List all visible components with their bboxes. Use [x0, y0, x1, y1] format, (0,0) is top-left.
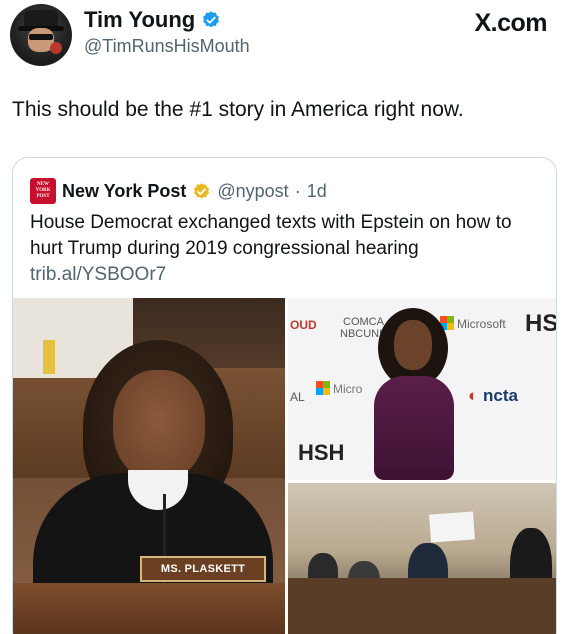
backdrop-logo-oud: OUD [290, 318, 317, 332]
backdrop-logo-comcast: COMCA [343, 316, 384, 328]
avatar-sunglasses [29, 34, 53, 40]
backdrop-logo-micro-text: Micro [333, 382, 363, 396]
backdrop-logo-microsoft-text: Microsoft [457, 317, 506, 331]
photo-tie [43, 340, 55, 374]
quoted-timestamp[interactable]: 1d [307, 181, 327, 202]
quoted-separator: · [294, 180, 301, 201]
quoted-handle[interactable]: @nypost [217, 181, 288, 202]
media-grid: MS. PLASKETT OUD COMCA NBCUNI Microsoft … [13, 298, 557, 634]
photo-face [113, 370, 205, 480]
tweet-text: This should be the #1 story in America r… [12, 98, 464, 121]
x-brand-watermark: X.com [474, 9, 547, 37]
photo-event-dress [374, 376, 454, 480]
quoted-tweet-header: NEW YORK POST New York Post @nypost · 1d [30, 178, 327, 204]
nypost-avatar[interactable]: NEW YORK POST [30, 178, 56, 204]
author-name-row: Tim Young [84, 7, 221, 33]
backdrop-logo-al: AL [290, 390, 305, 404]
ncta-circle-icon: ◐ [468, 386, 483, 405]
microsoft-logo-icon [316, 381, 330, 395]
photo-protest-sign [429, 511, 475, 543]
media-photo-hearing[interactable]: MS. PLASKETT [13, 298, 285, 634]
backdrop-logo-hs: HS [525, 310, 557, 337]
gold-check-icon [194, 182, 210, 199]
quoted-body-text: House Democrat exchanged texts with Epst… [30, 212, 512, 259]
backdrop-logo-nbcuni: NBCUNI [340, 328, 383, 340]
media-photo-committee[interactable] [288, 483, 556, 634]
media-photo-event[interactable]: OUD COMCA NBCUNI Microsoft HS AL Micro ◐… [288, 298, 557, 480]
nypost-logo-line: POST [36, 194, 50, 199]
tweet-header: Tim Young @TimRunsHisMouth X.com [0, 0, 561, 70]
author-avatar[interactable] [10, 4, 72, 66]
blue-check-icon [203, 11, 220, 28]
quoted-link[interactable]: trib.al/YSBOOr7 [30, 264, 166, 286]
avatar-microphone [50, 42, 62, 54]
backdrop-logo-ncta-text: ncta [483, 386, 518, 405]
quoted-tweet-card[interactable]: NEW YORK POST New York Post @nypost · 1d… [12, 157, 557, 634]
photo-bench [288, 578, 556, 634]
photo-event-face [394, 320, 432, 370]
photo-desk [13, 583, 285, 634]
backdrop-logo-micro: Micro [316, 381, 362, 396]
author-display-name[interactable]: Tim Young [84, 7, 195, 33]
backdrop-logo-microsoft: Microsoft [440, 316, 506, 331]
author-handle[interactable]: @TimRunsHisMouth [84, 36, 250, 57]
quoted-display-name[interactable]: New York Post [62, 181, 186, 202]
nameplate: MS. PLASKETT [140, 556, 266, 582]
backdrop-logo-hsh: HSH [298, 440, 345, 465]
backdrop-logo-ncta: ◐ ncta [468, 386, 518, 406]
